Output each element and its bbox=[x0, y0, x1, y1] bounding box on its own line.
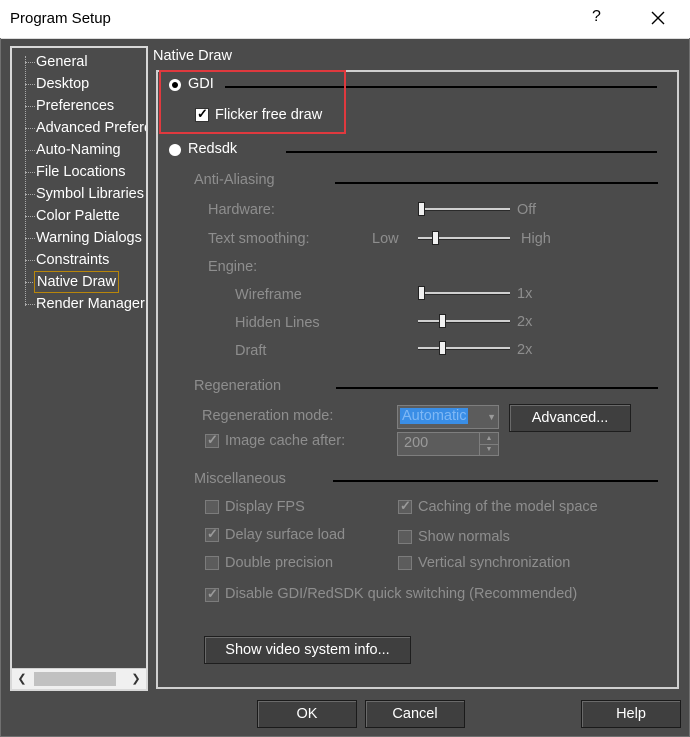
wireframe-label: Wireframe bbox=[235, 287, 302, 303]
tree-item-color-palette[interactable]: Color Palette bbox=[36, 206, 120, 226]
check-icon: ✓ bbox=[207, 432, 218, 447]
caching-model-space-label: Caching of the model space bbox=[418, 499, 598, 515]
cancel-button[interactable]: Cancel bbox=[365, 700, 465, 728]
regeneration-mode-select[interactable]: Automatic ▼ bbox=[397, 405, 499, 429]
check-icon: ✓ bbox=[207, 586, 218, 601]
settings-tree[interactable]: General Desktop Preferences Advanced Pre… bbox=[10, 46, 148, 691]
redsdk-label: Redsdk bbox=[188, 141, 238, 157]
tree-item-preferences[interactable]: Preferences bbox=[36, 96, 114, 116]
delay-surface-load-checkbox[interactable]: ✓ bbox=[205, 526, 219, 542]
advanced-button[interactable]: Advanced... bbox=[509, 404, 631, 432]
wireframe-slider-track[interactable] bbox=[418, 292, 510, 295]
tree-item-desktop[interactable]: Desktop bbox=[36, 74, 89, 94]
draft-slider-thumb[interactable] bbox=[439, 341, 446, 355]
hardware-slider-thumb[interactable] bbox=[418, 202, 425, 216]
tree-connector bbox=[25, 84, 35, 85]
hardware-slider-track[interactable] bbox=[418, 208, 510, 211]
tree-connector bbox=[25, 62, 35, 63]
tree-connector bbox=[25, 128, 35, 129]
tree-connector bbox=[25, 260, 35, 261]
tree-connector bbox=[25, 216, 35, 217]
disable-switching-checkbox[interactable]: ✓ bbox=[205, 586, 219, 602]
chevron-down-icon: ▼ bbox=[487, 412, 496, 422]
tree-connector bbox=[25, 172, 35, 173]
tree-item-native-draw[interactable]: Native Draw bbox=[34, 271, 119, 293]
image-cache-label: Image cache after: bbox=[225, 433, 346, 449]
hardware-value: Off bbox=[517, 202, 537, 218]
hardware-label: Hardware: bbox=[208, 202, 275, 218]
wireframe-value: 1x bbox=[517, 286, 533, 302]
show-video-info-button[interactable]: Show video system info... bbox=[204, 636, 411, 664]
tree-connector bbox=[25, 304, 35, 305]
wireframe-slider-thumb[interactable] bbox=[418, 286, 425, 300]
scroll-left-icon[interactable]: ❮ bbox=[14, 671, 30, 687]
text-smoothing-high-label: High bbox=[521, 231, 551, 247]
tree-connector bbox=[25, 238, 35, 239]
display-fps-label: Display FPS bbox=[225, 499, 305, 515]
draft-value: 2x bbox=[517, 342, 533, 358]
tree-item-general[interactable]: General bbox=[36, 52, 88, 72]
display-fps-checkbox[interactable] bbox=[205, 500, 219, 514]
redsdk-radio[interactable] bbox=[169, 144, 181, 156]
show-normals-label: Show normals bbox=[418, 529, 510, 545]
regeneration-separator bbox=[336, 387, 658, 389]
scrollbar-thumb[interactable] bbox=[34, 672, 116, 686]
tree-item-constraints[interactable]: Constraints bbox=[36, 250, 109, 270]
tree-item-file-locations[interactable]: File Locations bbox=[36, 162, 125, 182]
show-normals-checkbox[interactable] bbox=[398, 530, 412, 544]
tree-item-auto-naming[interactable]: Auto-Naming bbox=[36, 140, 121, 160]
close-icon bbox=[651, 11, 665, 25]
anti-aliasing-header: Anti-Aliasing bbox=[194, 172, 275, 188]
check-icon: ✓ bbox=[207, 526, 218, 541]
highlight-annotation bbox=[159, 70, 346, 134]
hidden-lines-value: 2x bbox=[517, 314, 533, 330]
tree-connector bbox=[25, 106, 35, 107]
delay-surface-load-label: Delay surface load bbox=[225, 527, 346, 543]
tree-item-symbol-libraries[interactable]: Symbol Libraries bbox=[36, 184, 144, 204]
image-cache-value: 200 bbox=[404, 435, 429, 451]
double-precision-label: Double precision bbox=[225, 555, 334, 571]
scroll-right-icon[interactable]: ❯ bbox=[128, 671, 144, 687]
panel-title: Native Draw bbox=[153, 48, 232, 64]
image-cache-spinner[interactable]: 200 ▲ ▼ bbox=[397, 432, 499, 456]
text-smoothing-low-label: Low bbox=[372, 231, 399, 247]
help-question-button[interactable]: ? bbox=[592, 8, 601, 26]
tree-item-advanced-preferences[interactable]: Advanced Preferences bbox=[36, 118, 146, 138]
title-bar: Program Setup ? bbox=[0, 0, 690, 39]
hidden-lines-slider-track[interactable] bbox=[418, 320, 510, 323]
redsdk-separator bbox=[286, 151, 657, 153]
tree-connector bbox=[25, 194, 35, 195]
close-button[interactable] bbox=[650, 6, 670, 30]
double-precision-checkbox[interactable] bbox=[205, 556, 219, 570]
tree-item-render-manager[interactable]: Render Manager bbox=[36, 294, 145, 314]
hidden-lines-label: Hidden Lines bbox=[235, 315, 320, 331]
tree-connector bbox=[25, 56, 26, 306]
vertical-sync-label: Vertical synchronization bbox=[418, 555, 571, 571]
hidden-lines-slider-thumb[interactable] bbox=[439, 314, 446, 328]
tree-connector bbox=[25, 150, 35, 151]
image-cache-checkbox[interactable]: ✓ bbox=[205, 432, 219, 448]
disable-switching-label: Disable GDI/RedSDK quick switching (Reco… bbox=[225, 586, 578, 602]
miscellaneous-separator bbox=[333, 480, 658, 482]
regeneration-mode-label: Regeneration mode: bbox=[202, 408, 334, 424]
miscellaneous-header: Miscellaneous bbox=[194, 471, 286, 487]
tree-horizontal-scrollbar[interactable]: ❮ ❯ bbox=[12, 668, 146, 689]
text-smoothing-label: Text smoothing: bbox=[208, 231, 310, 247]
regeneration-header: Regeneration bbox=[194, 378, 282, 394]
window-title: Program Setup bbox=[10, 10, 111, 27]
tree-item-warning-dialogs[interactable]: Warning Dialogs bbox=[36, 228, 142, 248]
draft-slider-track[interactable] bbox=[418, 347, 510, 350]
caching-model-space-checkbox[interactable]: ✓ bbox=[398, 498, 412, 514]
anti-aliasing-separator bbox=[335, 182, 658, 184]
vertical-sync-checkbox[interactable] bbox=[398, 556, 412, 570]
text-smoothing-slider-thumb[interactable] bbox=[432, 231, 439, 245]
help-button[interactable]: Help bbox=[581, 700, 681, 728]
engine-label: Engine: bbox=[208, 259, 258, 275]
draft-label: Draft bbox=[235, 343, 267, 359]
ok-button[interactable]: OK bbox=[257, 700, 357, 728]
check-icon: ✓ bbox=[400, 498, 411, 513]
spin-down-icon[interactable]: ▼ bbox=[479, 444, 498, 455]
regeneration-mode-value: Automatic bbox=[400, 408, 469, 424]
